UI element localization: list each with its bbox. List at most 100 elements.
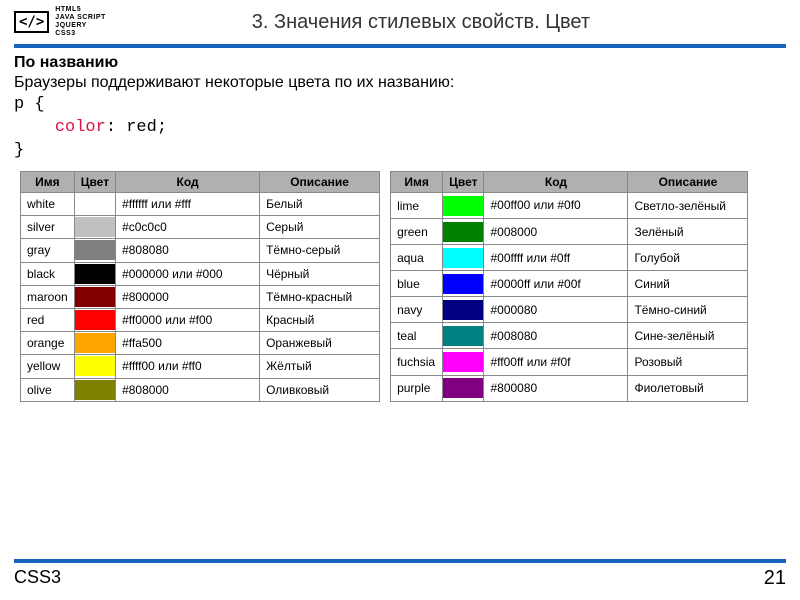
cell-code: #ffff00 или #ff0 — [116, 355, 260, 378]
cell-name: gray — [21, 239, 75, 262]
cell-swatch — [443, 219, 484, 245]
cell-code: #800000 — [116, 285, 260, 308]
col-color: Цвет — [74, 172, 115, 193]
cell-code: #808080 — [116, 239, 260, 262]
col-name: Имя — [21, 172, 75, 193]
right-body: lime#00ff00 или #0f0Светло-зелёныйgreen#… — [391, 193, 748, 402]
cell-name: silver — [21, 216, 75, 239]
cell-desc: Фиолетовый — [628, 375, 748, 401]
color-swatch — [443, 352, 483, 372]
cell-name: navy — [391, 297, 443, 323]
cell-name: fuchsia — [391, 349, 443, 375]
code-icon: </> — [14, 11, 49, 33]
table-row: lime#00ff00 или #0f0Светло-зелёный — [391, 193, 748, 219]
cell-desc: Красный — [260, 308, 380, 331]
code-line: p { — [14, 95, 45, 114]
logo-text-stack: HTML5 JAVA SCRIPT JQUERY CSS3 — [55, 6, 106, 38]
cell-swatch — [74, 355, 115, 378]
table-header-row: Имя Цвет Код Описание — [391, 172, 748, 193]
table-row: maroon #800000Тёмно-красный — [21, 285, 380, 308]
cell-swatch — [74, 332, 115, 355]
cell-desc: Серый — [260, 216, 380, 239]
cell-swatch — [443, 193, 484, 219]
color-table-left: Имя Цвет Код Описание white #ffffff или #… — [20, 171, 380, 402]
col-code: Код — [484, 172, 628, 193]
table-row: teal #008080Сине-зелёный — [391, 323, 748, 349]
cell-name: white — [21, 193, 75, 216]
cell-name: red — [21, 308, 75, 331]
color-swatch — [75, 333, 115, 353]
table-row: fuchsia#ff00ff или #f0fРозовый — [391, 349, 748, 375]
table-row: blue#0000ff или #00fСиний — [391, 271, 748, 297]
cell-name: black — [21, 262, 75, 285]
cell-swatch — [74, 308, 115, 331]
code-block: p { color: red; } — [14, 94, 786, 163]
table-row: purple #800080Фиолетовый — [391, 375, 748, 401]
cell-name: yellow — [21, 355, 75, 378]
code-indent — [14, 118, 55, 137]
cell-swatch — [74, 193, 115, 216]
color-swatch — [75, 310, 115, 330]
color-swatch — [443, 196, 483, 216]
cell-code: #c0c0c0 — [116, 216, 260, 239]
color-table-right: Имя Цвет Код Описание lime#00ff00 или #0… — [390, 171, 748, 402]
cell-code: #ff00ff или #f0f — [484, 349, 628, 375]
cell-desc: Тёмно-синий — [628, 297, 748, 323]
cell-name: purple — [391, 375, 443, 401]
logo-line: HTML5 — [55, 6, 106, 14]
intro-text: Браузеры поддерживают некоторые цвета по… — [14, 74, 786, 92]
col-desc: Описание — [628, 172, 748, 193]
table-row: black#000000 или #000Чёрный — [21, 262, 380, 285]
cell-code: #ff0000 или #f00 — [116, 308, 260, 331]
cell-code: #ffffff или #fff — [116, 193, 260, 216]
cell-desc: Оранжевый — [260, 332, 380, 355]
cell-name: olive — [21, 378, 75, 401]
color-swatch — [75, 356, 115, 376]
col-code: Код — [116, 172, 260, 193]
color-swatch — [75, 194, 115, 214]
cell-code: #000080 — [484, 297, 628, 323]
table-row: silver #c0c0c0Серый — [21, 216, 380, 239]
cell-swatch — [74, 216, 115, 239]
cell-code: #00ffff или #0ff — [484, 245, 628, 271]
table-row: green#008000Зелёный — [391, 219, 748, 245]
slide-title: 3. Значения стилевых свойств. Цвет — [116, 11, 786, 34]
color-swatch — [75, 264, 115, 284]
table-row: olive#808000Оливковый — [21, 378, 380, 401]
cell-name: lime — [391, 193, 443, 219]
code-rest: : red; — [106, 118, 167, 137]
cell-code: #008000 — [484, 219, 628, 245]
cell-swatch — [443, 297, 484, 323]
cell-desc: Зелёный — [628, 219, 748, 245]
footer-label: CSS3 — [14, 567, 61, 590]
table-row: white #ffffff или #fffБелый — [21, 193, 380, 216]
cell-swatch — [74, 262, 115, 285]
cell-desc: Белый — [260, 193, 380, 216]
color-swatch — [75, 380, 115, 400]
table-row: navy #000080Тёмно-синий — [391, 297, 748, 323]
color-swatch — [75, 217, 115, 237]
color-swatch — [75, 287, 115, 307]
table-row: gray#808080Тёмно-серый — [21, 239, 380, 262]
col-name: Имя — [391, 172, 443, 193]
table-header-row: Имя Цвет Код Описание — [21, 172, 380, 193]
table-row: yellow#ffff00 или #ff0Жёлтый — [21, 355, 380, 378]
cell-name: teal — [391, 323, 443, 349]
code-line: } — [14, 141, 24, 160]
left-body: white #ffffff или #fffБелый silver #c0c0c0С… — [21, 193, 380, 402]
cell-code: #800080 — [484, 375, 628, 401]
color-swatch — [443, 248, 483, 268]
slide-header: </> HTML5 JAVA SCRIPT JQUERY CSS3 3. Зна… — [0, 0, 800, 42]
cell-desc: Чёрный — [260, 262, 380, 285]
cell-swatch — [74, 285, 115, 308]
color-swatch — [443, 326, 483, 346]
cell-desc: Сине-зелёный — [628, 323, 748, 349]
page-number: 21 — [764, 567, 786, 590]
cell-name: maroon — [21, 285, 75, 308]
cell-code: #008080 — [484, 323, 628, 349]
footer-rule — [14, 559, 786, 563]
code-keyword: color — [55, 118, 106, 137]
cell-desc: Тёмно-красный — [260, 285, 380, 308]
cell-code: #ffa500 — [116, 332, 260, 355]
slide-content: По названию Браузеры поддерживают некото… — [0, 48, 800, 402]
